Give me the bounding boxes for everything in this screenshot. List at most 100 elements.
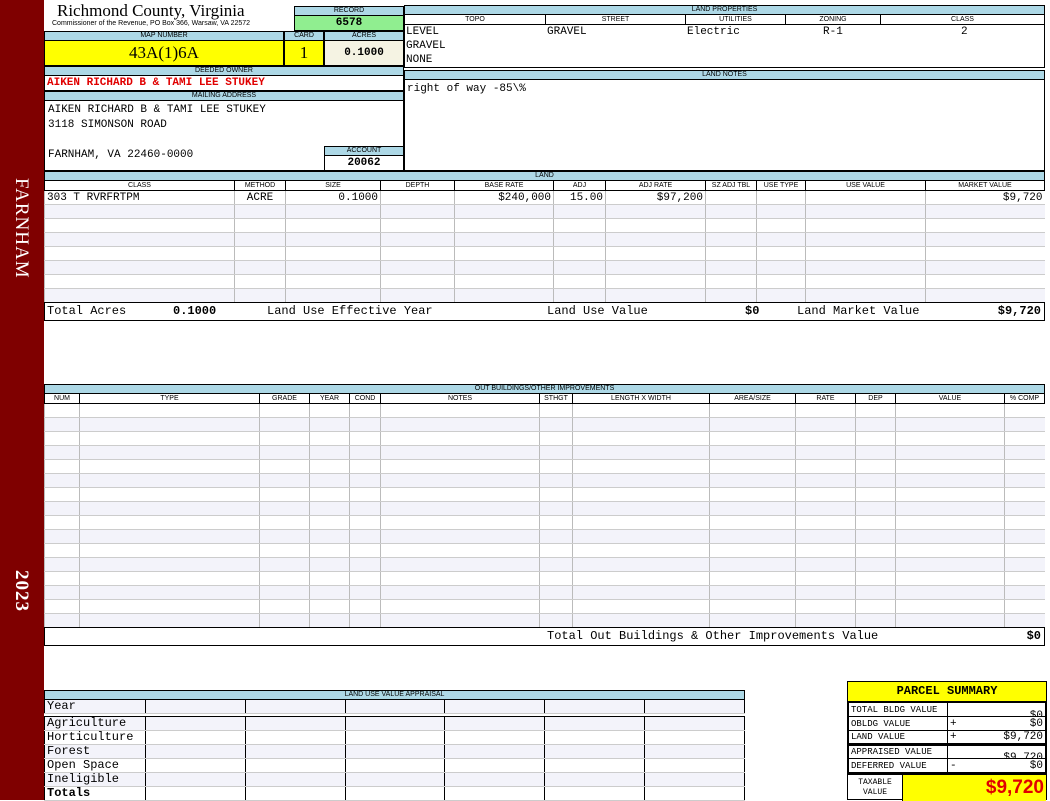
outbuildings-cell <box>349 515 381 530</box>
outbuildings-cell <box>895 431 1005 446</box>
land-use-cell <box>145 786 246 801</box>
outbuildings-cell <box>795 585 856 600</box>
total-acres: 0.1000 <box>173 304 217 318</box>
land-use-cell <box>344 758 446 773</box>
land-cell <box>705 274 757 289</box>
outbuildings-total-label: Total Out Buildings & Other Improvements… <box>547 629 879 643</box>
land-use-cell <box>644 758 745 773</box>
outbuildings-cell <box>855 473 896 488</box>
outbuildings-cell <box>539 403 573 418</box>
land-use-cell <box>544 730 646 745</box>
outbuildings-header: COND <box>349 393 381 404</box>
outbuildings-table: NUM TYPE GRADE YEAR COND NOTES STHGT LENGTH X W… <box>44 393 1045 628</box>
outbuildings-cell <box>349 403 381 418</box>
outbuildings-cell <box>572 459 710 474</box>
land-cell <box>285 246 381 261</box>
outbuildings-cell <box>349 445 381 460</box>
street-value: GRAVEL <box>547 26 587 38</box>
land-cell <box>805 288 926 303</box>
outbuildings-cell <box>349 501 381 516</box>
record-number: 6578 <box>294 15 404 31</box>
land-use-cell <box>444 744 546 759</box>
outbuildings-cell <box>709 613 796 628</box>
outbuildings-cell <box>795 445 856 460</box>
outbuildings-cell <box>259 459 310 474</box>
land-use-row: Totals <box>44 786 745 801</box>
outbuildings-cell <box>380 585 540 600</box>
land-use-row-label: Agriculture <box>44 716 146 731</box>
summary-value: $0 <box>1029 717 1043 730</box>
card-number: 1 <box>284 40 324 66</box>
table-row <box>44 543 1045 558</box>
land-header: USE VALUE <box>805 180 926 191</box>
land-use-cell <box>244 786 346 801</box>
topo-value: LEVEL <box>406 26 440 38</box>
outbuildings-cell <box>44 515 80 530</box>
land-use-row-label: Open Space <box>44 758 146 773</box>
outbuildings-cell <box>44 599 80 614</box>
land-totals: Total Acres 0.1000 Land Use Effective Ye… <box>44 302 1045 321</box>
outbuildings-cell <box>380 529 540 544</box>
land-cell <box>805 204 926 219</box>
land-use-cell <box>644 716 745 731</box>
table-row <box>44 274 1045 289</box>
land-use-cell <box>444 758 546 773</box>
outbuildings-cell <box>259 403 310 418</box>
land-use-row-label: Horticulture <box>44 730 146 745</box>
outbuildings-cell <box>309 599 350 614</box>
outbuildings-cell <box>309 571 350 586</box>
table-row <box>44 232 1045 247</box>
outbuildings-cell <box>1004 417 1045 432</box>
outbuildings-cell <box>795 571 856 586</box>
land-cell <box>605 288 706 303</box>
outbuildings-cell <box>572 501 710 516</box>
outbuildings-cell <box>79 585 260 600</box>
land-cell <box>285 232 381 247</box>
outbuildings-cell <box>44 417 80 432</box>
topo-value: NONE <box>406 54 433 66</box>
land-use-cell <box>344 730 446 745</box>
summary-sign: + <box>950 717 957 730</box>
land-cell <box>605 232 706 247</box>
land-cell <box>285 274 381 289</box>
outbuildings-cell <box>895 585 1005 600</box>
outbuildings-cell <box>44 529 80 544</box>
land-cell <box>44 246 235 261</box>
land-cell <box>234 218 286 233</box>
outbuildings-cell <box>709 529 796 544</box>
outbuildings-cell <box>855 557 896 572</box>
summary-value-cell: - $0 <box>947 758 1046 773</box>
outbuildings-cell <box>855 431 896 446</box>
land-cell <box>705 204 757 219</box>
land-cell <box>380 260 455 275</box>
outbuildings-cell <box>795 473 856 488</box>
outbuildings-cell <box>895 613 1005 628</box>
land-use-cell <box>644 699 745 714</box>
outbuildings-cell <box>539 543 573 558</box>
outbuildings-cell <box>539 599 573 614</box>
outbuildings-cell <box>44 613 80 628</box>
land-cell: 0.1000 <box>285 190 381 205</box>
outbuildings-header: LENGTH X WIDTH <box>572 393 710 404</box>
outbuildings-cell <box>380 431 540 446</box>
outbuildings-header: % COMP <box>1004 393 1045 404</box>
land-use-row: Horticulture <box>44 730 745 745</box>
outbuildings-cell <box>895 571 1005 586</box>
land-header: ADJ <box>553 180 606 191</box>
outbuildings-cell <box>895 403 1005 418</box>
land-use-value: $0 <box>745 304 760 318</box>
outbuildings-cell <box>309 557 350 572</box>
summary-value: $0 <box>1029 709 1043 717</box>
land-header: CLASS <box>44 180 235 191</box>
outbuildings-cell <box>44 403 80 418</box>
outbuildings-cell <box>795 543 856 558</box>
land-cell <box>553 260 606 275</box>
land-cell <box>925 218 1045 233</box>
outbuildings-cell <box>709 557 796 572</box>
outbuildings-cell <box>79 473 260 488</box>
land-cell: 15.00 <box>553 190 606 205</box>
land-cell: $9,720 <box>925 190 1045 205</box>
outbuildings-cell <box>855 585 896 600</box>
outbuildings-cell <box>349 585 381 600</box>
outbuildings-cell <box>349 571 381 586</box>
